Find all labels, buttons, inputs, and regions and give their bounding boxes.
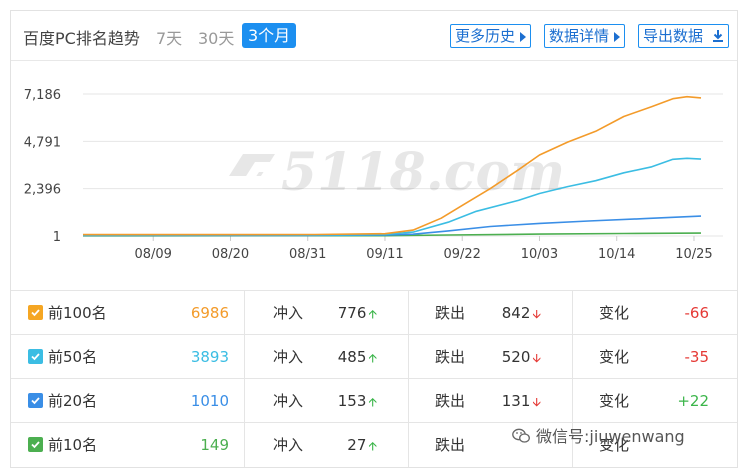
divider [408, 423, 409, 467]
table-row: 前50名 3893 冲入 485 🡩 跌出 520 🡫 变化 -35 [11, 334, 737, 379]
y-tick-label: 7,186 [24, 88, 61, 103]
divider [572, 335, 573, 379]
series-name: 前20名 [48, 392, 98, 410]
x-tick-label: 08/09 [134, 247, 171, 262]
divider [408, 291, 409, 335]
series-name: 前50名 [48, 348, 98, 366]
y-tick-label: 2,396 [24, 183, 61, 198]
change-label: 变化 [599, 348, 630, 366]
x-tick-label: 10/25 [675, 247, 712, 262]
in-count: 776 🡩 [331, 291, 377, 335]
divider [244, 379, 245, 423]
series-value: 1010 [190, 392, 229, 410]
change-value: -35 [684, 348, 710, 366]
download-icon [712, 30, 723, 42]
in-label: 冲入 [273, 436, 304, 454]
divider [572, 291, 573, 335]
x-tick-label: 09/22 [443, 247, 480, 262]
in-count: 27 🡩 [331, 423, 377, 467]
table-row: 前20名 1010 冲入 153 🡩 跌出 131 🡫 变化 +22 [11, 378, 737, 423]
wechat-label: 微信号:jiuwenwang [536, 427, 685, 446]
out-label: 跌出 [435, 436, 466, 454]
checkbox-checked-icon[interactable] [28, 305, 43, 320]
out-label: 跌出 [435, 304, 466, 322]
arrow-up-icon: 🡩 [368, 351, 377, 365]
change-value: -66 [684, 304, 710, 322]
series-value: 149 [200, 436, 229, 454]
out-label: 跌出 [435, 392, 466, 410]
checkbox-checked-icon[interactable] [28, 437, 43, 452]
data-detail-button[interactable]: 数据详情 [544, 24, 626, 48]
in-count-value: 776 [337, 304, 367, 322]
out-count: 520 🡫 [495, 335, 541, 379]
arrow-down-icon: 🡫 [532, 351, 541, 365]
series-name: 前100名 [48, 304, 107, 322]
x-tick-label: 08/20 [212, 247, 249, 262]
change-value: +22 [677, 392, 709, 410]
x-tick-label: 08/31 [289, 247, 326, 262]
divider [244, 423, 245, 467]
in-label: 冲入 [273, 348, 304, 366]
x-tick-label: 10/03 [521, 247, 558, 262]
ranking-trend-chart: 5118.com 7,186 4,791 2,396 1 08/09 08/20 08/31… [24, 88, 723, 262]
divider [244, 335, 245, 379]
y-tick-label: 1 [53, 230, 61, 245]
wechat-icon [512, 428, 530, 443]
arrow-up-icon: 🡩 [368, 307, 377, 321]
export-data-label: 导出数据 [643, 27, 704, 45]
more-history-label: 更多历史 [455, 27, 516, 45]
out-count-value: 520 [501, 348, 531, 366]
wechat-overlay: 微信号:jiuwenwang [512, 423, 685, 447]
in-count-value: 485 [337, 348, 367, 366]
export-data-button[interactable]: 导出数据 [638, 24, 729, 48]
divider [572, 379, 573, 423]
series-value: 6986 [190, 304, 229, 322]
triangle-right-icon [614, 31, 621, 42]
divider [244, 291, 245, 335]
in-label: 冲入 [273, 392, 304, 410]
out-count: 842 🡫 [495, 291, 541, 335]
out-label: 跌出 [435, 348, 466, 366]
range-tab-30d[interactable]: 30天 [198, 25, 234, 49]
change-label: 变化 [599, 304, 630, 322]
in-count-value: 27 [347, 436, 367, 454]
panel-header: 百度PC排名趋势 7天 30天 3个月 更多历史 数据详情 导出数据 [11, 11, 737, 61]
range-tab-7d[interactable]: 7天 [156, 25, 182, 49]
x-tick-label: 09/11 [366, 247, 403, 262]
y-tick-label: 4,791 [24, 135, 61, 150]
in-count-value: 153 [337, 392, 367, 410]
in-count: 485 🡩 [331, 335, 377, 379]
triangle-right-icon [520, 31, 527, 42]
divider [408, 379, 409, 423]
range-tab-3m[interactable]: 3个月 [242, 23, 297, 48]
checkbox-checked-icon[interactable] [28, 349, 43, 364]
out-count-value: 131 [501, 392, 531, 410]
data-detail-label: 数据详情 [549, 27, 610, 45]
panel-title: 百度PC排名趋势 [23, 29, 140, 48]
ranking-trend-panel: 百度PC排名趋势 7天 30天 3个月 更多历史 数据详情 导出数据 5118.… [10, 10, 738, 468]
out-count: 131 🡫 [495, 379, 541, 423]
x-tick-label: 10/14 [598, 247, 635, 262]
divider [408, 335, 409, 379]
watermark-text: 5118.com [281, 142, 565, 203]
series-value: 3893 [190, 348, 229, 366]
arrow-up-icon: 🡩 [368, 395, 377, 409]
in-count: 153 🡩 [331, 379, 377, 423]
arrow-down-icon: 🡫 [532, 307, 541, 321]
series-name: 前10名 [48, 436, 98, 454]
checkbox-checked-icon[interactable] [28, 393, 43, 408]
out-count-value: 842 [501, 304, 531, 322]
arrow-down-icon: 🡫 [532, 395, 541, 409]
more-history-button[interactable]: 更多历史 [450, 24, 532, 48]
arrow-up-icon: 🡩 [368, 439, 377, 453]
change-label: 变化 [599, 392, 630, 410]
table-row: 前100名 6986 冲入 776 🡩 跌出 842 🡫 变化 -66 [11, 290, 737, 335]
in-label: 冲入 [273, 304, 304, 322]
